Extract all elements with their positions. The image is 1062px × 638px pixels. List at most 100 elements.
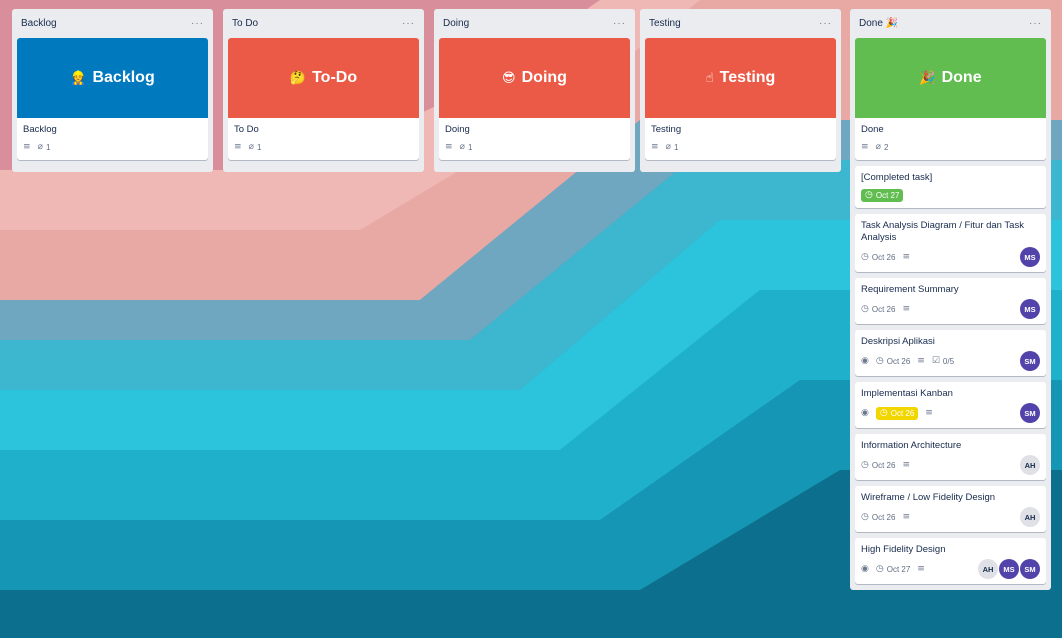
card-testing[interactable]: ☝ Testing Testing ≡ ⌀ 1 (645, 38, 836, 160)
avatar[interactable]: MS (1020, 247, 1040, 267)
card-cover: 👷 Backlog (17, 38, 208, 118)
due-date: Oct 26 (871, 512, 896, 522)
avatar[interactable]: AH (978, 559, 998, 579)
due-date: Oct 26 (871, 252, 896, 262)
list-item[interactable]: Wireframe / Low Fidelity Design ◷ Oct 26 … (855, 486, 1046, 532)
eye-icon: ◉ (861, 407, 869, 418)
due-date: Oct 26 (871, 460, 896, 470)
card-cover: ☝ Testing (645, 38, 836, 118)
cover-text: Done (941, 69, 982, 86)
list-menu-icon[interactable]: ··· (1029, 18, 1042, 29)
list-header[interactable]: Testing ··· (645, 9, 836, 38)
cover-text: Backlog (92, 69, 155, 86)
eye-icon: ◉ (861, 355, 869, 366)
due-date-badge[interactable]: ◷ Oct 26 (876, 356, 911, 366)
list-header[interactable]: To Do ··· (228, 9, 419, 38)
card-cover: 🎉 Done (855, 38, 1046, 118)
cover-text: Doing (521, 69, 567, 86)
list-header[interactable]: Doing ··· (439, 9, 630, 38)
thinking-face-icon: 🤔 (289, 70, 307, 86)
avatar[interactable]: MS (999, 559, 1019, 579)
cover-text: To-Do (312, 69, 358, 86)
due-date-badge[interactable]: ◷ Oct 27 (875, 563, 911, 574)
list-menu-icon[interactable]: ··· (613, 18, 626, 29)
description-icon: ≡ (902, 303, 910, 314)
list-item[interactable]: Requirement Summary ◷ Oct 26 ≡ MS (855, 278, 1046, 324)
list-title[interactable]: To Do (232, 18, 258, 29)
eye-icon: ◉ (861, 563, 869, 574)
pointing-up-icon: ☝ (705, 70, 714, 86)
description-icon: ≡ (902, 251, 910, 262)
due-date-badge[interactable]: ◷ Oct 26 (861, 303, 895, 314)
card-cover: 😎 Doing (439, 38, 630, 118)
avatar[interactable]: AH (1020, 455, 1040, 475)
list-title[interactable]: Testing (649, 18, 681, 29)
clock-icon: ◷ (861, 303, 869, 314)
list-menu-icon[interactable]: ··· (191, 18, 204, 29)
list-title[interactable]: Backlog (21, 18, 57, 29)
due-date: Oct 27 (886, 564, 911, 574)
checklist-count: 0/5 (942, 356, 955, 366)
card-doing[interactable]: 😎 Doing Doing ≡ ⌀ 1 (439, 38, 630, 160)
list-item[interactable]: High Fidelity Design ◉ ◷ Oct 27 ≡ AH MS S… (855, 538, 1046, 584)
list-header[interactable]: Backlog ··· (17, 9, 208, 38)
clock-icon: ◷ (865, 189, 873, 200)
list-todo: To Do ··· 🤔 To-Do To Do ≡ ⌀ 1 (223, 9, 424, 172)
list-done: Done 🎉 ··· 🎉 Done Done ≡ ⌀ 2 [Completed t… (850, 9, 1051, 590)
list-menu-icon[interactable]: ··· (402, 18, 415, 29)
attachment-count: 2 (883, 142, 889, 152)
card-todo[interactable]: 🤔 To-Do To Do ≡ ⌀ 1 (228, 38, 419, 160)
list-header[interactable]: Done 🎉 ··· (855, 9, 1046, 38)
list-testing: Testing ··· ☝ Testing Testing ≡ ⌀ 1 (640, 9, 841, 172)
avatar[interactable]: SM (1020, 351, 1040, 371)
clock-icon: ◷ (861, 511, 869, 522)
party-popper-icon: 🎉 (919, 70, 936, 86)
due-date-badge[interactable]: ◷ Oct 26 (861, 511, 896, 522)
avatar[interactable]: SM (1020, 403, 1040, 423)
avatar[interactable]: SM (1020, 559, 1040, 579)
list-menu-icon[interactable]: ··· (819, 18, 832, 29)
card-title: Done (861, 124, 884, 135)
card-done[interactable]: 🎉 Done Done ≡ ⌀ 2 (855, 38, 1046, 160)
card-title: Implementasi Kanban (861, 388, 953, 399)
list-item[interactable]: Deskripsi Aplikasi ◉ ◷ Oct 26 ≡ ☑ 0/5 SM (855, 330, 1046, 376)
description-icon: ≡ (861, 141, 869, 152)
list-doing: Doing ··· 😎 Doing Doing ≡ ⌀ 1 (434, 9, 635, 172)
attachment-count: 1 (467, 142, 473, 152)
card-title: Requirement Summary (861, 284, 959, 295)
clock-icon: ◷ (861, 459, 869, 470)
card-title: Wireframe / Low Fidelity Design (861, 492, 996, 503)
list-title[interactable]: Doing (443, 18, 469, 29)
description-icon: ≡ (23, 141, 31, 152)
due-date-badge[interactable]: ◷ Oct 27 (861, 188, 904, 202)
list-item[interactable]: [Completed task] ◷ Oct 27 (855, 166, 1046, 208)
description-icon: ≡ (902, 511, 910, 522)
paperclip-icon: ⌀ (665, 141, 671, 152)
avatar[interactable]: MS (1020, 299, 1040, 319)
kanban-board: Backlog ··· 👷 Backlog Backlog ≡ ⌀ 1 To Do… (0, 0, 1062, 638)
description-icon: ≡ (917, 355, 925, 366)
clock-icon: ◷ (861, 251, 869, 262)
due-date: Oct 26 (886, 356, 911, 366)
due-date-badge[interactable]: ◷ Oct 26 (861, 459, 896, 470)
due-date: Oct 26 (890, 408, 915, 418)
due-date-badge[interactable]: ◷ Oct 26 (861, 251, 896, 262)
attachment-count: 1 (673, 142, 679, 152)
due-date-badge[interactable]: ◷ Oct 26 (875, 406, 919, 420)
list-item[interactable]: Task Analysis Diagram / Fitur dan Task A… (855, 214, 1046, 272)
list-item[interactable]: Information Architecture ◷ Oct 26 ≡ AH (855, 434, 1046, 480)
card-title: Testing (651, 124, 682, 135)
paperclip-icon: ⌀ (248, 141, 254, 152)
sunglasses-face-icon: 😎 (502, 70, 516, 86)
clock-icon: ◷ (879, 407, 888, 418)
paperclip-icon: ⌀ (459, 141, 465, 152)
avatar[interactable]: AH (1020, 507, 1040, 527)
card-backlog[interactable]: 👷 Backlog Backlog ≡ ⌀ 1 (17, 38, 208, 160)
paperclip-icon: ⌀ (37, 141, 43, 152)
list-item[interactable]: Implementasi Kanban ◉ ◷ Oct 26 ≡ SM (855, 382, 1046, 428)
description-icon: ≡ (917, 563, 925, 574)
list-title[interactable]: Done 🎉 (859, 18, 898, 29)
clock-icon: ◷ (875, 563, 884, 574)
card-title: High Fidelity Design (861, 544, 946, 555)
description-icon: ≡ (651, 141, 659, 152)
